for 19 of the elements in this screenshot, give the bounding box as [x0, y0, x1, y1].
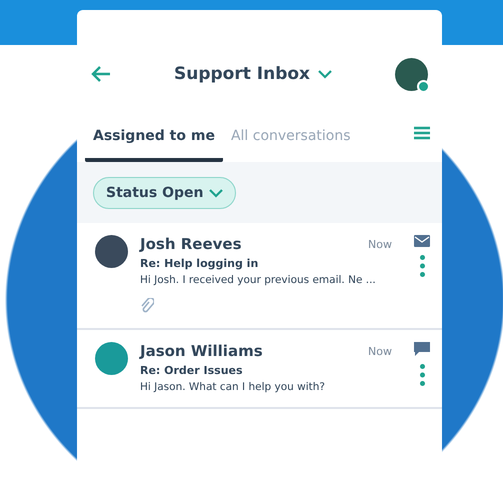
chevron-down-icon [318, 70, 332, 78]
timestamp: Now [368, 238, 392, 250]
back-arrow-icon[interactable] [91, 66, 111, 82]
menu-icon[interactable] [414, 126, 430, 140]
more-options-icon[interactable] [420, 255, 424, 277]
message-preview: Hi Jason. What can I help you with? [140, 381, 326, 393]
contact-name: Jason Williams [140, 342, 263, 360]
timestamp: Now [368, 344, 392, 358]
user-avatar[interactable] [395, 58, 428, 90]
contact-name: Josh Reeves [140, 235, 242, 253]
subject-line: Re: Help logging in [140, 257, 260, 270]
subject-line: Re: Order Issues [140, 364, 244, 377]
conversation-row[interactable]: Jason Williams Now Re: Order Issues Hi Jason. What can I help you with? [77, 330, 442, 409]
more-options-icon[interactable] [420, 364, 424, 386]
status-filter-chip[interactable]: Status Open [93, 177, 236, 209]
message-preview: Hi Josh. I received your previous email. Ne ... [140, 274, 377, 286]
chevron-down-icon [209, 188, 224, 198]
conversation-row[interactable]: Josh Reeves Now Re: Help logging in Hi Josh. I received your previous email. Ne ... [77, 223, 442, 330]
inbox-title: Support Inbox [174, 64, 310, 84]
